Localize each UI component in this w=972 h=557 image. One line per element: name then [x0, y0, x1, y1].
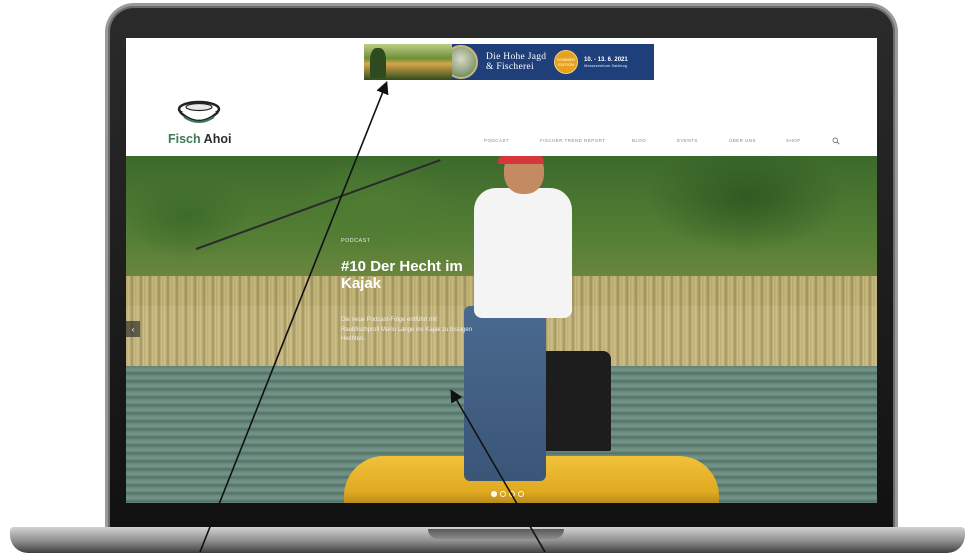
nav-item-shop[interactable]: SHOP — [786, 138, 801, 143]
ad-banner[interactable]: Die Hohe Jagd & Fischerei SOMMER EDITION… — [364, 44, 654, 80]
ad-venue: Messezentrum Salzburg — [584, 62, 628, 68]
ad-badge: SOMMER EDITION — [554, 50, 578, 74]
nav-item-fischer-trend-report[interactable]: FISCHER TREND REPORT — [540, 138, 606, 143]
ad-title-line2: & Fischerei — [486, 62, 534, 72]
nav-item-podcast[interactable]: PODCAST — [484, 138, 509, 143]
search-icon[interactable] — [832, 137, 840, 145]
ad-date-range: 10. - 13. 6. 2021 — [584, 56, 628, 63]
slider-dots — [491, 491, 524, 497]
hero-slider[interactable]: PODCAST #10 Der Hecht im Kajak Die neue … — [126, 156, 877, 503]
angler-cap — [498, 156, 544, 164]
hero-description: Die neue Podcast-Folge entführt mit Raub… — [341, 317, 473, 342]
boat-logo-icon — [177, 100, 221, 123]
laptop-base-notch — [428, 529, 564, 539]
chevron-left-icon: ‹ — [131, 324, 135, 334]
ad-landscape-photo — [364, 44, 452, 80]
slider-dot-4[interactable] — [518, 491, 524, 497]
slider-dot-3[interactable] — [509, 491, 515, 497]
nav-item-blog[interactable]: BLOG — [632, 138, 646, 143]
hero-category[interactable]: PODCAST — [341, 238, 481, 244]
hero-caption: PODCAST #10 Der Hecht im Kajak Die neue … — [341, 238, 481, 345]
slider-dot-1[interactable] — [491, 491, 497, 497]
hero-title[interactable]: #10 Der Hecht im Kajak — [341, 258, 481, 292]
angler-shirt — [474, 188, 572, 318]
ad-title-line1: Die Hohe Jagd — [486, 52, 547, 62]
nav-item-ueber-uns[interactable]: ÜBER UNS — [729, 138, 756, 143]
ad-dates: 10. - 13. 6. 2021 Messezentrum Salzburg — [584, 57, 628, 68]
main-nav: PODCAST FISCHER TREND REPORT BLOG EVENTS… — [126, 138, 877, 150]
nav-item-events[interactable]: EVENTS — [677, 138, 698, 143]
slider-prev-button[interactable]: ‹ — [126, 321, 140, 337]
browser-screen: Die Hohe Jagd & Fischerei SOMMER EDITION… — [126, 38, 877, 503]
slider-dot-2[interactable] — [500, 491, 506, 497]
ad-title: Die Hohe Jagd & Fischerei — [486, 52, 550, 72]
